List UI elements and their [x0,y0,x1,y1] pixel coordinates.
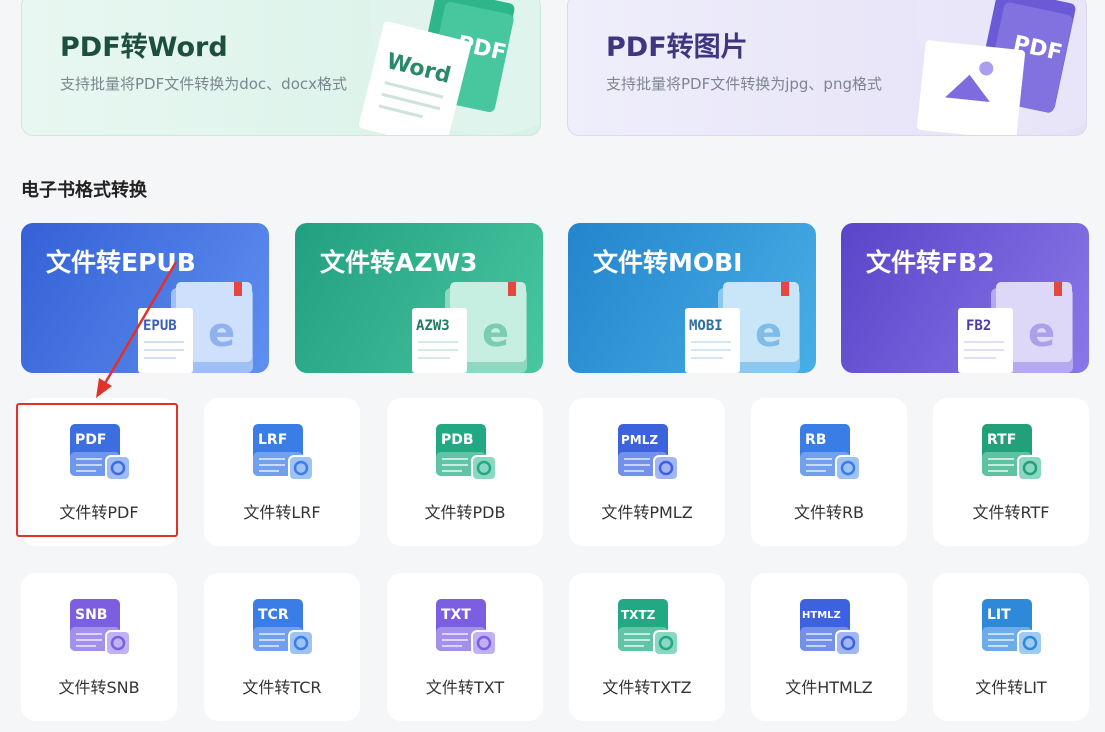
tile-label: 文件转PDB [424,503,506,522]
tile-to-txt[interactable]: TXT 文件转TXT [387,573,543,721]
azw3-book-icon: e AZW3 [412,282,527,373]
pdf-to-image-card[interactable]: PDF转图片 支持批量将PDF文件转换为jpg、png格式 PDF [567,0,1087,136]
image-document-icon: PDF [916,0,1086,135]
tile-to-tcr[interactable]: TCR 文件转TCR [204,573,360,721]
tile-label: 文件转LIT [975,678,1047,697]
ebook-card-fb2[interactable]: 文件转FB2 e FB2 [841,223,1089,373]
tile-label: 文件转RTF [972,503,1050,522]
htmlz-file-icon: HTMLZ [800,599,861,656]
svg-text:e: e [1028,310,1055,356]
tile-to-txtz[interactable]: TXTZ 文件转TXTZ [569,573,725,721]
svg-text:PDB: PDB [441,432,474,448]
ebook-tag: EPUB [143,318,177,334]
pdf-to-word-title: PDF转Word [60,32,228,63]
tile-label: 文件转SNB [58,678,140,697]
ebook-tag: AZW3 [416,318,450,334]
tile-label: 文件转TXTZ [602,678,692,697]
lit-file-icon: LIT [982,599,1043,656]
svg-text:RB: RB [805,432,826,448]
tile-label: 文件转PMLZ [601,503,693,522]
rtf-file-icon: RTF [982,424,1043,481]
svg-text:PMLZ: PMLZ [621,433,658,447]
svg-text:LIT: LIT [987,607,1011,623]
svg-text:e: e [482,310,509,356]
svg-text:LRF: LRF [258,432,287,448]
tile-label: 文件转TCR [242,678,322,697]
tile-label: 文件HTMLZ [785,678,873,697]
fb2-book-icon: e FB2 [958,282,1073,373]
tile-to-rtf[interactable]: RTF 文件转RTF [933,398,1089,546]
svg-text:TCR: TCR [258,607,289,623]
pmlz-file-icon: PMLZ [618,424,679,481]
tile-to-lrf[interactable]: LRF 文件转LRF [204,398,360,546]
snb-file-icon: SNB [70,599,131,656]
highlight-box [16,403,178,537]
txt-file-icon: TXT [436,599,497,656]
tile-to-pmlz[interactable]: PMLZ 文件转PMLZ [569,398,725,546]
tile-to-lit[interactable]: LIT 文件转LIT [933,573,1089,721]
ebook-tag: MOBI [689,318,723,334]
ebook-card-label: 文件转MOBI [593,248,743,277]
pdb-file-icon: PDB [436,424,497,481]
pdf-to-word-subtitle: 支持批量将PDF文件转换为doc、docx格式 [60,75,347,93]
tile-to-snb[interactable]: SNB 文件转SNB [21,573,177,721]
pdf-to-word-card[interactable]: PDF转Word 支持批量将PDF文件转换为doc、docx格式 PDF Wor… [21,0,541,136]
tile-label: 文件转TXT [425,678,505,697]
mobi-book-icon: e MOBI [685,282,800,373]
svg-text:RTF: RTF [987,432,1016,448]
tcr-file-icon: TCR [253,599,314,656]
lrf-file-icon: LRF [253,424,314,481]
ebook-card-label: 文件转AZW3 [320,248,478,277]
tile-label: 文件转RB [793,503,865,522]
ebook-card-label: 文件转FB2 [866,248,995,277]
pdf-to-image-title: PDF转图片 [606,32,748,63]
tile-to-htmlz[interactable]: HTMLZ 文件HTMLZ [751,573,907,721]
word-document-icon: PDF Word [358,0,540,135]
tile-label: 文件转LRF [243,503,321,522]
svg-text:e: e [755,310,782,356]
ebook-card-azw3[interactable]: 文件转AZW3 e AZW3 [295,223,543,373]
tile-to-pdb[interactable]: PDB 文件转PDB [387,398,543,546]
epub-book-icon: e EPUB [138,282,253,373]
svg-text:HTMLZ: HTMLZ [802,610,841,621]
svg-text:SNB: SNB [75,607,107,623]
ebook-tag: FB2 [966,318,991,334]
rb-file-icon: RB [800,424,861,481]
tile-to-rb[interactable]: RB 文件转RB [751,398,907,546]
txtz-file-icon: TXTZ [618,599,679,656]
svg-text:TXT: TXT [441,607,471,623]
pdf-to-image-subtitle: 支持批量将PDF文件转换为jpg、png格式 [606,75,882,93]
ebook-card-epub[interactable]: 文件转EPUB e EPUB [21,223,269,373]
ebook-card-label: 文件转EPUB [46,248,196,277]
svg-text:TXTZ: TXTZ [621,608,656,622]
svg-text:e: e [208,310,235,356]
ebook-card-mobi[interactable]: 文件转MOBI e MOBI [568,223,816,373]
section-title: 电子书格式转换 [21,180,147,201]
